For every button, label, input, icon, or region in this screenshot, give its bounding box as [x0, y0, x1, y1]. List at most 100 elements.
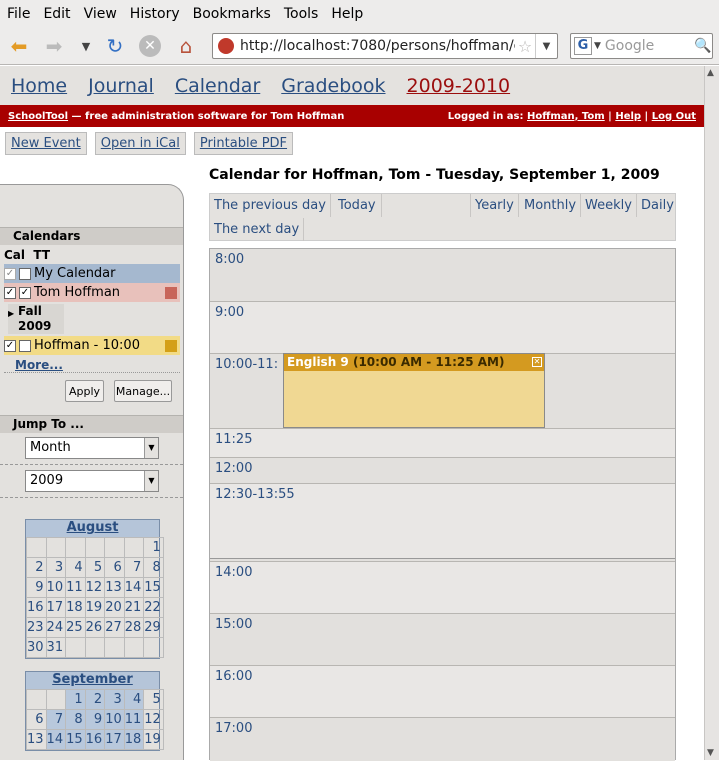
search-icon[interactable]: 🔍 [694, 38, 712, 54]
yearly-link[interactable]: Yearly [470, 194, 519, 217]
help-link[interactable]: Help [615, 111, 641, 122]
page-scrollbar[interactable]: ▲ ▼ [704, 66, 719, 760]
daily-link[interactable]: Daily [637, 194, 678, 217]
monthly-link[interactable]: Monthly [520, 194, 582, 217]
day-cell[interactable]: 4 [65, 557, 86, 578]
menu-bookmarks[interactable]: Bookmarks [193, 6, 271, 22]
user-link[interactable]: Hoffman, Tom [527, 111, 605, 122]
scroll-up-icon[interactable]: ▲ [707, 68, 714, 78]
previous-day-link[interactable]: The previous day [210, 194, 331, 217]
day-cell[interactable]: 16 [26, 597, 47, 618]
day-cell[interactable]: 17 [45, 597, 67, 618]
close-icon[interactable]: ✕ [532, 357, 542, 367]
tt-checkbox[interactable] [19, 267, 31, 280]
engine-dropdown-icon[interactable]: ▼ [594, 41, 601, 51]
time-slot[interactable]: 17:00 [210, 717, 675, 761]
day-cell[interactable]: 26 [84, 617, 106, 638]
day-cell[interactable]: 17 [104, 729, 125, 750]
day-cell[interactable]: 16 [84, 729, 106, 750]
nav-calendar-link[interactable]: Calendar [175, 75, 260, 97]
time-slot[interactable]: 16:00 [210, 665, 675, 717]
day-cell[interactable]: 7 [123, 557, 145, 578]
open-ical-button[interactable]: Open in iCal [94, 132, 186, 155]
day-cell[interactable]: 18 [123, 729, 145, 750]
day-cell[interactable]: 9 [84, 709, 106, 730]
day-cell[interactable]: 13 [26, 729, 47, 750]
time-slot[interactable]: 14:00 [210, 561, 675, 613]
group-fall-2009[interactable]: ▶ Fall 2009 [8, 304, 64, 334]
day-cell[interactable]: 3 [45, 557, 67, 578]
more-calendars-link[interactable]: More... [15, 358, 63, 372]
search-bar[interactable]: G ▼ Google 🔍 [570, 33, 713, 59]
day-cell[interactable]: 21 [123, 597, 145, 618]
calendar-event[interactable]: English 9 (10:00 AM - 11:25 AM) ✕ [283, 353, 545, 428]
day-cell[interactable]: 28 [123, 617, 145, 638]
day-cell[interactable]: 18 [65, 597, 86, 618]
chevron-down-icon[interactable]: ▼ [144, 471, 158, 491]
menu-file[interactable]: File [7, 6, 30, 22]
day-cell[interactable]: 11 [65, 577, 86, 598]
day-cell[interactable]: 2 [84, 689, 106, 710]
day-cell[interactable]: 1 [143, 537, 164, 558]
day-cell[interactable]: 22 [143, 597, 164, 618]
back-arrow-icon[interactable]: ⬅ [5, 33, 33, 59]
next-day-link[interactable]: The next day [210, 218, 305, 241]
day-cell[interactable]: 6 [104, 557, 125, 578]
scroll-down-icon[interactable]: ▼ [707, 748, 714, 758]
view-select[interactable]: Month ▼ [25, 437, 159, 459]
nav-journal-link[interactable]: Journal [88, 75, 154, 97]
time-slot[interactable]: 9:00 [210, 301, 675, 353]
logout-link[interactable]: Log Out [652, 111, 696, 122]
day-cell[interactable]: 10 [45, 577, 67, 598]
day-cell[interactable]: 14 [45, 729, 67, 750]
history-dropdown-icon[interactable]: ▼ [72, 33, 100, 59]
day-cell[interactable]: 15 [65, 729, 86, 750]
nav-home-link[interactable]: Home [11, 75, 67, 97]
day-cell[interactable]: 9 [26, 577, 47, 598]
event-header[interactable]: English 9 (10:00 AM - 11:25 AM) [284, 354, 544, 371]
time-slot[interactable]: 12:00 [210, 457, 675, 483]
apply-button[interactable]: Apply [65, 380, 104, 402]
day-cell[interactable]: 14 [123, 577, 145, 598]
day-cell[interactable]: 30 [26, 637, 47, 658]
menu-edit[interactable]: Edit [43, 6, 70, 22]
url-text[interactable]: http://localhost:7080/persons/hoffman/ca… [240, 38, 515, 54]
day-cell[interactable]: 15 [143, 577, 164, 598]
time-slot[interactable]: 15:00 [210, 613, 675, 665]
url-bar[interactable]: http://localhost:7080/persons/hoffman/ca… [212, 33, 558, 59]
url-dropdown-icon[interactable]: ▼ [535, 34, 557, 58]
time-slot[interactable]: 11:25 [210, 428, 675, 457]
day-cell[interactable]: 8 [65, 709, 86, 730]
nav-gradebook-link[interactable]: Gradebook [281, 75, 385, 97]
day-cell[interactable]: 19 [84, 597, 106, 618]
day-cell[interactable]: 5 [143, 689, 164, 710]
stop-icon[interactable]: ✕ [136, 33, 164, 59]
search-placeholder[interactable]: Google [605, 38, 694, 54]
day-cell[interactable]: 23 [26, 617, 47, 638]
menu-view[interactable]: View [84, 6, 117, 22]
today-link[interactable]: Today [334, 194, 382, 217]
day-cell[interactable]: 6 [26, 709, 47, 730]
printable-pdf-button[interactable]: Printable PDF [193, 132, 294, 155]
day-cell[interactable]: 1 [65, 689, 86, 710]
day-cell[interactable]: 7 [45, 709, 67, 730]
forward-arrow-icon[interactable]: ➡ [40, 33, 68, 59]
chevron-down-icon[interactable]: ▼ [144, 438, 158, 458]
day-cell[interactable]: 4 [123, 689, 145, 710]
reload-icon[interactable]: ↻ [101, 33, 129, 59]
cal-checkbox[interactable]: ✓ [4, 267, 16, 280]
bookmark-star-icon[interactable]: ☆ [515, 37, 535, 56]
day-cell[interactable]: 10 [104, 709, 125, 730]
day-cell[interactable]: 19 [143, 729, 164, 750]
nav-schoolyear-link[interactable]: 2009-2010 [407, 75, 511, 97]
google-engine-icon[interactable]: G [574, 37, 592, 55]
new-event-button[interactable]: New Event [5, 132, 87, 155]
day-cell[interactable]: 13 [104, 577, 125, 598]
tt-checkbox[interactable]: ✓ [19, 286, 31, 299]
day-cell[interactable]: 27 [104, 617, 125, 638]
day-cell[interactable]: 12 [143, 709, 164, 730]
day-cell[interactable]: 12 [84, 577, 106, 598]
day-cell[interactable]: 8 [143, 557, 164, 578]
month-name-link[interactable]: September [26, 672, 159, 689]
cal-checkbox[interactable]: ✓ [4, 339, 16, 352]
